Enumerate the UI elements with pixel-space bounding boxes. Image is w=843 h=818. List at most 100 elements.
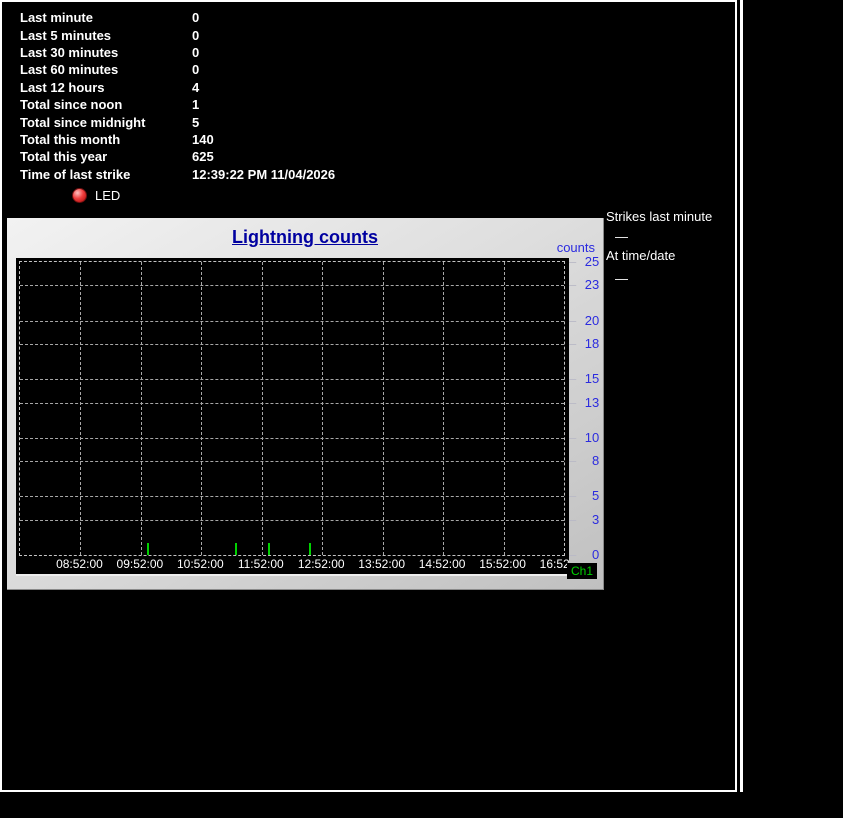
gridline-vertical bbox=[443, 262, 444, 555]
x-tick-label: 09:52:00 bbox=[117, 557, 164, 571]
y-tick-mark: – bbox=[569, 371, 576, 386]
y-tick-label: 0 bbox=[579, 547, 599, 562]
gridline-horizontal bbox=[20, 379, 564, 380]
stat-label: Total this month bbox=[20, 132, 192, 147]
window-edge-line bbox=[740, 0, 743, 792]
stat-row: Last 30 minutes 0 bbox=[20, 44, 335, 61]
x-tick-label: 12:52:00 bbox=[298, 557, 345, 571]
stat-row: Last minute 0 bbox=[20, 9, 335, 26]
stat-row: Total this month 140 bbox=[20, 131, 335, 148]
y-tick: –20 bbox=[569, 313, 599, 328]
y-tick: –8 bbox=[569, 453, 599, 468]
plot-area bbox=[19, 261, 565, 556]
stat-label: Last 30 minutes bbox=[20, 45, 192, 60]
gridline-horizontal bbox=[20, 285, 564, 286]
y-tick: –25 bbox=[569, 254, 599, 269]
y-tick-label: 25 bbox=[579, 254, 599, 269]
y-tick-mark: – bbox=[569, 430, 576, 445]
strikes-last-minute-value: — bbox=[615, 229, 628, 244]
strike-stats-list: Last minute 0 Last 5 minutes 0 Last 30 m… bbox=[20, 9, 335, 183]
stat-row: Total since noon 1 bbox=[20, 96, 335, 113]
lightning-chart-panel: Lightning counts counts 08:52:0009:52:00… bbox=[7, 218, 604, 590]
y-tick-mark: – bbox=[569, 395, 576, 410]
y-tick-mark: – bbox=[569, 254, 576, 269]
x-tick-label: 14:52:00 bbox=[419, 557, 466, 571]
y-tick-mark: – bbox=[569, 313, 576, 328]
app-window: Last minute 0 Last 5 minutes 0 Last 30 m… bbox=[0, 0, 737, 792]
y-tick: –23 bbox=[569, 277, 599, 292]
gridline-horizontal bbox=[20, 403, 564, 404]
stat-label: Total this year bbox=[20, 149, 192, 164]
y-tick-label: 15 bbox=[579, 371, 599, 386]
stat-value: 0 bbox=[192, 28, 199, 43]
gridline-horizontal bbox=[20, 461, 564, 462]
strike-data-point bbox=[268, 543, 270, 555]
y-tick: –5 bbox=[569, 488, 599, 503]
y-tick-mark: – bbox=[569, 277, 576, 292]
y-tick-mark: – bbox=[569, 512, 576, 527]
y-tick: –0 bbox=[569, 547, 599, 562]
desktop-background: { "colors": { "window_border": "#ffffff"… bbox=[0, 0, 843, 818]
gridline-vertical bbox=[322, 262, 323, 555]
stat-value: 4 bbox=[192, 80, 199, 95]
x-tick-label: 08:52:00 bbox=[56, 557, 103, 571]
gridline-horizontal bbox=[20, 520, 564, 521]
stat-value: 5 bbox=[192, 115, 199, 130]
y-tick-mark: – bbox=[569, 336, 576, 351]
stat-label: Last 12 hours bbox=[20, 80, 192, 95]
led-on-icon[interactable] bbox=[72, 188, 87, 203]
stat-value: 0 bbox=[192, 62, 199, 77]
legend-ch1[interactable]: Ch1 bbox=[567, 563, 597, 579]
x-tick-label: 11:52:00 bbox=[238, 557, 284, 571]
stat-row: Last 5 minutes 0 bbox=[20, 26, 335, 43]
gridline-horizontal bbox=[20, 438, 564, 439]
y-tick-mark: – bbox=[569, 547, 576, 562]
y-tick-label: 23 bbox=[579, 277, 599, 292]
y-tick-label: 8 bbox=[579, 453, 599, 468]
stat-value: 12:39:22 PM 11/04/2026 bbox=[192, 167, 335, 182]
strikes-last-minute-label: Strikes last minute bbox=[606, 209, 712, 224]
x-tick-label: 15:52:00 bbox=[479, 557, 526, 571]
strike-data-point bbox=[235, 543, 237, 555]
stat-value: 0 bbox=[192, 45, 199, 60]
y-tick: –3 bbox=[569, 512, 599, 527]
stat-label: Time of last strike bbox=[20, 167, 192, 182]
y-tick-mark: – bbox=[569, 488, 576, 503]
chart-widget: 08:52:00 09:52:00 10:52:00 11:52:00 12:52:00… bbox=[16, 258, 569, 576]
gridline-vertical bbox=[504, 262, 505, 555]
at-time-date-value: — bbox=[615, 271, 628, 286]
y-tick: –18 bbox=[569, 336, 599, 351]
strike-data-point bbox=[309, 543, 311, 555]
gridline-vertical bbox=[383, 262, 384, 555]
x-tick-label: 10:52:00 bbox=[177, 557, 224, 571]
y-tick-label: 13 bbox=[579, 395, 599, 410]
stat-row: Total since midnight 5 bbox=[20, 113, 335, 130]
y-axis-labels: –25–23–20–18–15–13–10–8–5–3–0 bbox=[569, 218, 603, 589]
gridline-vertical bbox=[262, 262, 263, 555]
x-tick-label: 16:52:00 bbox=[540, 557, 569, 571]
x-axis-labels: 08:52:00 09:52:00 10:52:00 11:52:00 12:52:00… bbox=[19, 557, 567, 574]
y-tick-label: 20 bbox=[579, 313, 599, 328]
y-tick: –15 bbox=[569, 371, 599, 386]
gridline-vertical bbox=[201, 262, 202, 555]
gridline-horizontal bbox=[20, 344, 564, 345]
stat-value: 0 bbox=[192, 10, 199, 25]
y-tick-label: 10 bbox=[579, 430, 599, 445]
stat-row: Time of last strike 12:39:22 PM 11/04/20… bbox=[20, 166, 335, 183]
stat-value: 140 bbox=[192, 132, 214, 147]
gridline-vertical bbox=[141, 262, 142, 555]
gridline-horizontal bbox=[20, 496, 564, 497]
strike-data-point bbox=[147, 543, 149, 555]
stat-label: Last 5 minutes bbox=[20, 28, 192, 43]
y-tick-label: 18 bbox=[579, 336, 599, 351]
y-tick: –10 bbox=[569, 430, 599, 445]
chart-title: Lightning counts bbox=[7, 227, 603, 248]
x-tick-label: 13:52:00 bbox=[358, 557, 405, 571]
y-tick-label: 5 bbox=[579, 488, 599, 503]
led-label: LED bbox=[95, 188, 120, 203]
y-tick-label: 3 bbox=[579, 512, 599, 527]
stat-label: Total since noon bbox=[20, 97, 192, 112]
stat-label: Last 60 minutes bbox=[20, 62, 192, 77]
stat-value: 625 bbox=[192, 149, 214, 164]
gridline-vertical bbox=[80, 262, 81, 555]
